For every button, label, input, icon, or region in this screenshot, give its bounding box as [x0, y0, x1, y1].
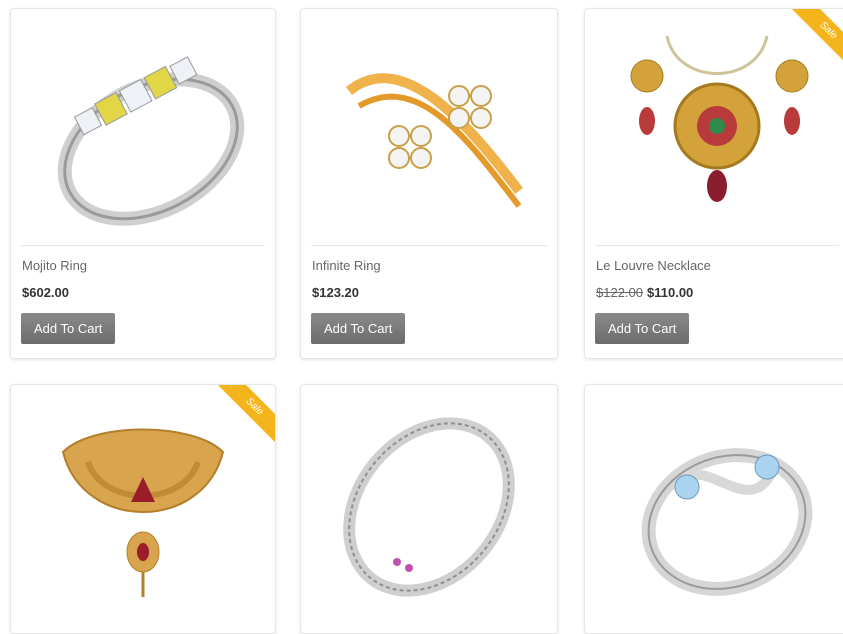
- product-image[interactable]: [311, 17, 547, 245]
- product-image[interactable]: [595, 393, 839, 621]
- product-image[interactable]: [595, 17, 839, 245]
- product-image[interactable]: [21, 17, 265, 245]
- product-price: $122.00 $110.00: [596, 285, 693, 300]
- necklace-image: [630, 35, 809, 202]
- product-image[interactable]: [21, 393, 265, 621]
- product-card: Sale: [10, 384, 276, 634]
- ring-image: [343, 417, 515, 597]
- product-grid: Mojito Ring $602.00 Add To Cart Infinite…: [0, 0, 843, 634]
- card-divider: [595, 245, 839, 246]
- add-to-cart-button[interactable]: Add To Cart: [595, 313, 690, 344]
- product-card: Sale Le Louvre Necklace $122.00 $110.00 A…: [584, 8, 843, 359]
- product-card: Infinite Ring $123.20 Add To Cart: [300, 8, 558, 359]
- product-price: $602.00: [22, 285, 69, 300]
- old-price: $122.00: [596, 285, 643, 300]
- current-price: $123.20: [312, 285, 359, 300]
- ring-image: [345, 73, 523, 208]
- ring-image: [57, 56, 245, 226]
- product-name[interactable]: Le Louvre Necklace: [596, 258, 711, 273]
- current-price: $602.00: [22, 285, 69, 300]
- current-price: $110.00: [647, 285, 694, 300]
- necklace-image: [61, 428, 225, 597]
- product-card: [300, 384, 558, 634]
- product-name[interactable]: Mojito Ring: [22, 258, 87, 273]
- product-card: [584, 384, 843, 634]
- add-to-cart-button[interactable]: Add To Cart: [21, 313, 116, 344]
- product-image[interactable]: [311, 393, 547, 621]
- ring-image: [641, 448, 813, 596]
- card-divider: [21, 245, 265, 246]
- product-card: Mojito Ring $602.00 Add To Cart: [10, 8, 276, 359]
- card-divider: [311, 245, 547, 246]
- product-name[interactable]: Infinite Ring: [312, 258, 381, 273]
- product-price: $123.20: [312, 285, 359, 300]
- add-to-cart-button[interactable]: Add To Cart: [311, 313, 406, 344]
